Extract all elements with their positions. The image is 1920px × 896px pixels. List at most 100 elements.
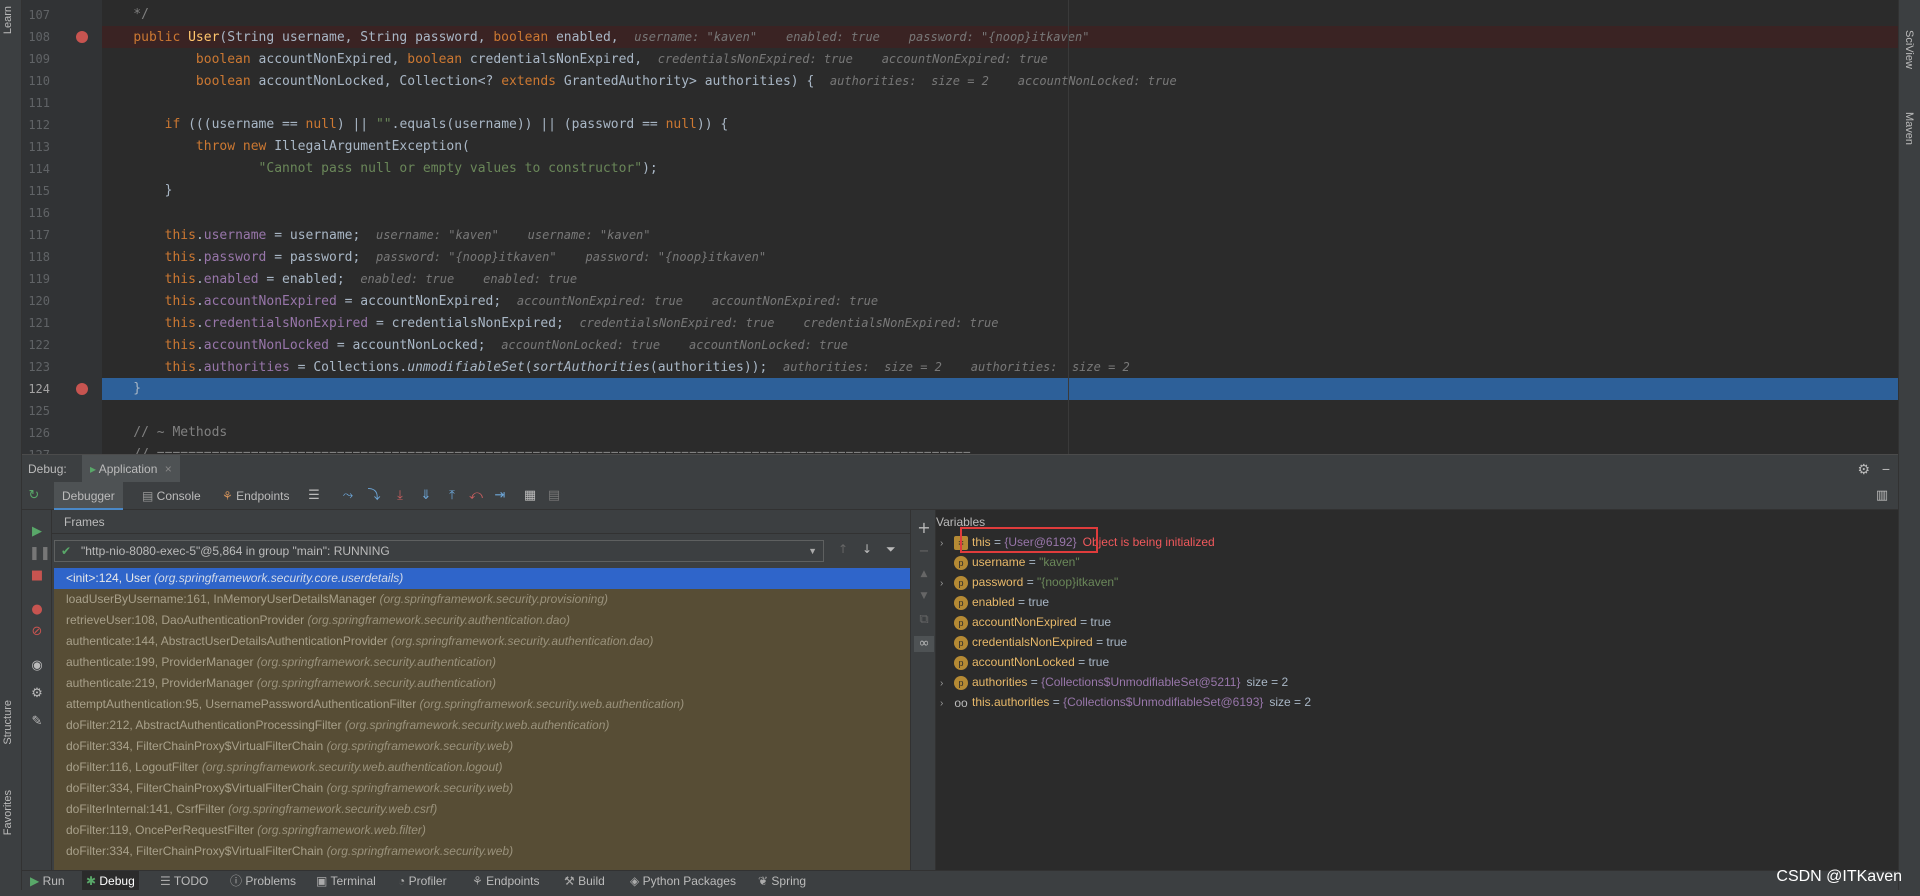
- show-execution-point-icon[interactable]: ⤳: [340, 488, 356, 504]
- code-line[interactable]: this.accountNonLocked = accountNonLocked…: [102, 334, 1898, 356]
- run-to-cursor-icon[interactable]: ⇥: [492, 488, 508, 504]
- stack-frame[interactable]: doFilter:212, AbstractAuthenticationProc…: [54, 715, 910, 736]
- line-number[interactable]: 119: [22, 268, 50, 290]
- stack-frame[interactable]: retrieveUser:108, DaoAuthenticationProvi…: [54, 610, 910, 631]
- expand-arrow-icon[interactable]: ›: [940, 574, 954, 594]
- code-line[interactable]: boolean accountNonExpired, boolean crede…: [102, 48, 1898, 70]
- line-number[interactable]: 123: [22, 356, 50, 378]
- stack-frame[interactable]: doFilter:334, FilterChainProxy$VirtualFi…: [54, 778, 910, 799]
- force-step-into-icon[interactable]: ⇓: [418, 488, 434, 504]
- line-number[interactable]: 111: [22, 92, 50, 114]
- endpoints-tool-button[interactable]: ⚘ Endpoints: [472, 871, 539, 891]
- code-line[interactable]: public User(String username, String pass…: [102, 26, 1898, 48]
- code-line[interactable]: this.authorities = Collections.unmodifia…: [102, 356, 1898, 378]
- pause-icon[interactable]: ❚❚: [29, 546, 51, 562]
- favorites-tab[interactable]: Favorites: [2, 790, 14, 835]
- execution-point-line[interactable]: }: [102, 378, 1898, 400]
- sciview-tab[interactable]: SciView: [1903, 30, 1915, 69]
- code-line[interactable]: boolean accountNonLocked, Collection<? e…: [102, 70, 1898, 92]
- expand-arrow-icon[interactable]: ›: [940, 674, 954, 694]
- stack-frame[interactable]: authenticate:199, ProviderManager (org.s…: [54, 652, 910, 673]
- remove-watch-icon[interactable]: −: [916, 544, 932, 560]
- code-line[interactable]: if (((username == null) || "".equals(use…: [102, 114, 1898, 136]
- tab-debugger[interactable]: Debugger: [54, 482, 123, 510]
- stack-frame[interactable]: authenticate:219, ProviderManager (org.s…: [54, 673, 910, 694]
- thread-selector[interactable]: ✔ "http-nio-8080-exec-5"@5,864 in group …: [54, 540, 824, 562]
- breakpoint-icon[interactable]: [76, 31, 88, 43]
- tab-console[interactable]: ▤ Console: [142, 482, 201, 510]
- variable-row[interactable]: p enabled = true: [940, 592, 1049, 612]
- line-number[interactable]: 125: [22, 400, 50, 422]
- code-line[interactable]: this.enabled = enabled; enabled: true en…: [102, 268, 1898, 290]
- drop-frame-icon[interactable]: ⤺: [468, 488, 484, 504]
- stack-frame[interactable]: doFilter:116, LogoutFilter (org.springfr…: [54, 757, 910, 778]
- stack-frame[interactable]: doFilterInternal:141, CsrfFilter (org.sp…: [54, 799, 910, 820]
- todo-tool-button[interactable]: ☰ TODO: [160, 871, 208, 891]
- python-packages-tool-button[interactable]: ◈ Python Packages: [630, 871, 736, 891]
- terminal-tool-button[interactable]: ▣ Terminal: [316, 871, 376, 891]
- arrow-down-icon[interactable]: ↓: [862, 542, 872, 556]
- line-number[interactable]: 120: [22, 290, 50, 312]
- step-over-icon[interactable]: ⤵: [366, 488, 382, 504]
- camera-icon[interactable]: ◉: [29, 658, 45, 674]
- code-line[interactable]: this.accountNonExpired = accountNonExpir…: [102, 290, 1898, 312]
- code-line[interactable]: // =====================================…: [102, 444, 1898, 454]
- debug-session-tab[interactable]: ▸ Application ×: [82, 455, 180, 483]
- problems-tool-button[interactable]: ⓘ Problems: [230, 871, 296, 891]
- line-number[interactable]: 109: [22, 48, 50, 70]
- code-line[interactable]: "Cannot pass null or empty values to con…: [102, 158, 1898, 180]
- code-line[interactable]: this.credentialsNonExpired = credentials…: [102, 312, 1898, 334]
- arrow-up-icon[interactable]: ↑: [838, 542, 848, 556]
- stack-frame[interactable]: authenticate:144, AbstractUserDetailsAut…: [54, 631, 910, 652]
- line-number[interactable]: 124: [22, 378, 50, 400]
- variable-row[interactable]: p accountNonExpired = true: [940, 612, 1111, 632]
- layout-menu-icon[interactable]: ☰: [306, 488, 322, 504]
- code-line[interactable]: [102, 92, 1898, 114]
- trace-icon[interactable]: ▤: [546, 488, 562, 504]
- line-number[interactable]: 110: [22, 70, 50, 92]
- line-number[interactable]: 127: [22, 444, 50, 454]
- line-number[interactable]: 116: [22, 202, 50, 224]
- code-line[interactable]: this.password = password; password: "{no…: [102, 246, 1898, 268]
- frames-list[interactable]: <init>:124, User (org.springframework.se…: [54, 568, 910, 870]
- line-number[interactable]: 115: [22, 180, 50, 202]
- structure-tab[interactable]: Structure: [2, 700, 14, 745]
- resume-icon[interactable]: ▶: [29, 524, 45, 540]
- variable-row[interactable]: p username = "kaven": [940, 552, 1080, 572]
- stack-frame[interactable]: doFilter:334, FilterChainProxy$VirtualFi…: [54, 841, 910, 862]
- minimize-icon[interactable]: −: [1882, 455, 1890, 483]
- stack-frame[interactable]: loadUserByUsername:161, InMemoryUserDeta…: [54, 589, 910, 610]
- line-number[interactable]: 121: [22, 312, 50, 334]
- spring-tool-button[interactable]: ❦ Spring: [758, 871, 806, 891]
- variable-row[interactable]: › oo this.authorities = {Collections$Unmod…: [940, 692, 1311, 712]
- line-number[interactable]: 114: [22, 158, 50, 180]
- learn-tab[interactable]: Learn: [2, 6, 14, 34]
- line-number[interactable]: 107: [22, 4, 50, 26]
- copy-icon[interactable]: ⧉: [916, 612, 932, 628]
- variable-row[interactable]: p accountNonLocked = true: [940, 652, 1109, 672]
- stack-frame[interactable]: <init>:124, User (org.springframework.se…: [54, 568, 910, 589]
- code-line[interactable]: // ~ Methods: [102, 422, 1898, 444]
- maven-tab[interactable]: Maven: [1903, 112, 1915, 145]
- run-tool-button[interactable]: ▶ Run: [30, 871, 65, 891]
- view-breakpoints-icon[interactable]: ●: [29, 602, 45, 618]
- step-into-icon[interactable]: ⤓: [392, 488, 408, 504]
- gear-icon[interactable]: ⚙: [1857, 455, 1870, 483]
- code-line[interactable]: }: [102, 180, 1898, 202]
- code-line[interactable]: [102, 400, 1898, 422]
- line-number[interactable]: 108: [22, 26, 50, 48]
- code-editor[interactable]: 107 108 109 110 111 112 113 114 115 116 117 118 119 1…: [22, 0, 1898, 454]
- pin-icon[interactable]: ✎: [29, 714, 45, 730]
- settings-icon[interactable]: ⚙: [29, 686, 45, 702]
- code-line[interactable]: */: [102, 4, 1898, 26]
- evaluate-expression-icon[interactable]: ▦: [522, 488, 538, 504]
- code-line[interactable]: throw new IllegalArgumentException(: [102, 136, 1898, 158]
- stack-frame[interactable]: doFilter:119, OncePerRequestFilter (org.…: [54, 820, 910, 841]
- variable-row[interactable]: › p authorities = {Collections$Unmodifiabl…: [940, 672, 1288, 692]
- stack-frame[interactable]: doFilter:334, FilterChainProxy$VirtualFi…: [54, 736, 910, 757]
- rerun-icon[interactable]: ↻: [26, 488, 42, 504]
- show-watches-icon[interactable]: ∞: [914, 636, 934, 652]
- variable-row[interactable]: p credentialsNonExpired = true: [940, 632, 1127, 652]
- step-out-icon[interactable]: ⤒: [444, 488, 460, 504]
- tab-endpoints[interactable]: ⚘ Endpoints: [222, 482, 289, 510]
